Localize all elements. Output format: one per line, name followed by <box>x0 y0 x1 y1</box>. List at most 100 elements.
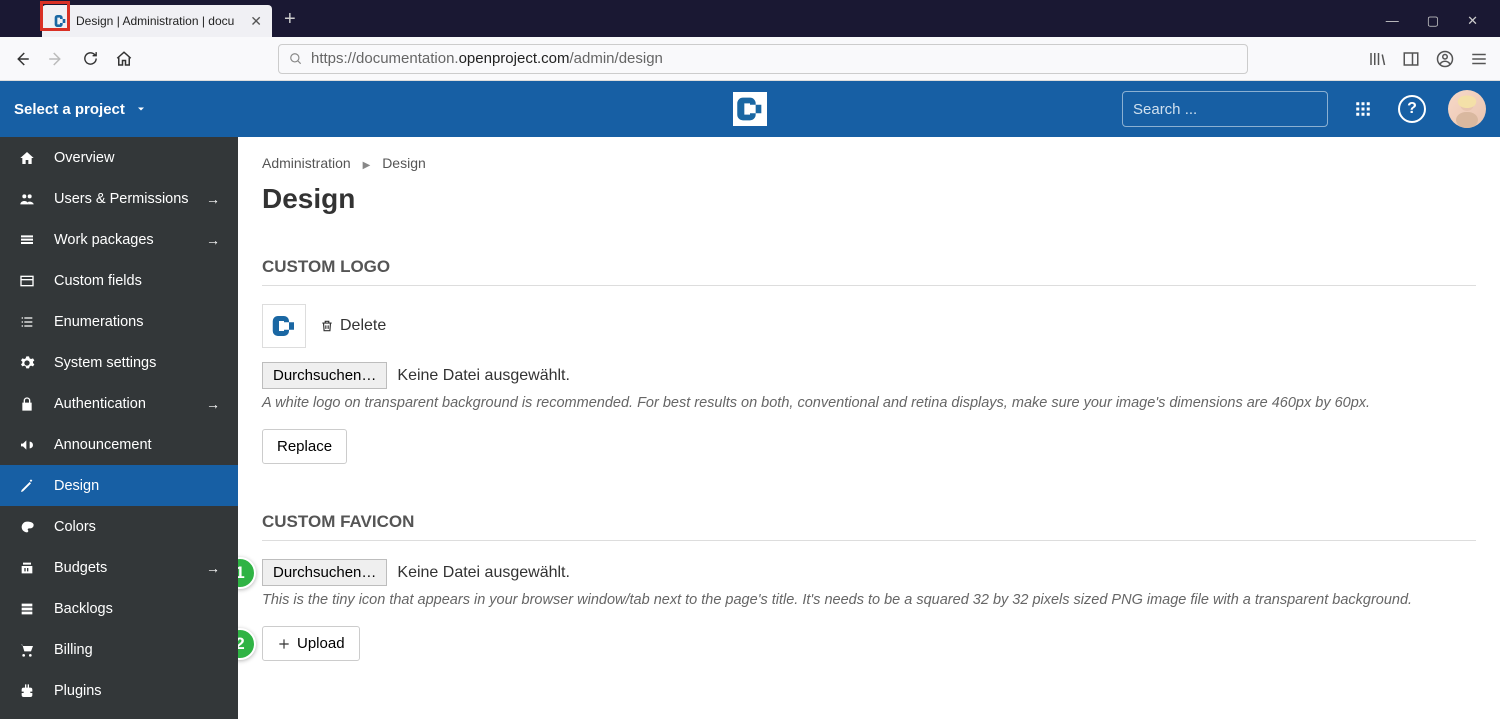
back-button[interactable] <box>12 49 32 69</box>
library-icon[interactable] <box>1368 50 1386 68</box>
home-icon <box>18 150 36 166</box>
home-button[interactable] <box>114 49 134 69</box>
sidebar-item-overview[interactable]: Overview <box>0 137 238 178</box>
sidebar-item-budgets[interactable]: Budgets→ <box>0 547 238 588</box>
settings-icon <box>18 355 36 371</box>
announcement-icon <box>18 437 36 453</box>
trash-icon <box>320 318 334 334</box>
custom-favicon-heading: CUSTOM FAVICON <box>262 512 1476 532</box>
new-tab-button[interactable]: + <box>284 8 296 31</box>
custom-logo-heading: CUSTOM LOGO <box>262 257 1476 277</box>
custom-favicon-section: CUSTOM FAVICON 1 Durchsuchen… Keine Date… <box>262 512 1476 661</box>
lock-icon <box>18 396 36 412</box>
logo-preview <box>262 304 306 348</box>
browser-tab-bar: Design | Administration | docu ✕ + — ▢ ✕ <box>0 0 1500 37</box>
window-close-icon[interactable]: ✕ <box>1467 13 1478 29</box>
sidebar-toggle-icon[interactable] <box>1402 50 1420 68</box>
sidebar-item-label: Backlogs <box>54 601 113 617</box>
sidebar-item-label: Billing <box>54 642 93 658</box>
divider <box>262 540 1476 541</box>
sidebar-item-label: Custom fields <box>54 273 142 289</box>
project-selector-label: Select a project <box>14 101 125 118</box>
sidebar-item-colors[interactable]: Colors <box>0 506 238 547</box>
upload-label: Upload <box>297 635 345 652</box>
page-title: Design <box>262 183 1476 215</box>
sidebar-item-label: Colors <box>54 519 96 535</box>
breadcrumb: Administration ▶ Design <box>262 155 1476 171</box>
browse-logo-button[interactable]: Durchsuchen… <box>262 362 387 389</box>
billing-icon <box>18 642 36 658</box>
divider <box>262 285 1476 286</box>
delete-logo-link[interactable]: Delete <box>320 317 386 335</box>
app-logo[interactable] <box>733 92 767 126</box>
tab-favicon-icon <box>52 13 68 29</box>
sidebar-item-announcement[interactable]: Announcement <box>0 424 238 465</box>
sidebar: OverviewUsers & Permissions→Work package… <box>0 137 238 719</box>
forward-button[interactable] <box>46 49 66 69</box>
delete-label: Delete <box>340 317 386 335</box>
chevron-right-icon: → <box>206 191 220 207</box>
sidebar-item-label: Design <box>54 478 99 494</box>
design-icon <box>18 478 36 494</box>
sidebar-item-label: Plugins <box>54 683 102 699</box>
reload-button[interactable] <box>80 49 100 69</box>
tab-close-icon[interactable]: ✕ <box>250 13 262 30</box>
sidebar-item-label: Users & Permissions <box>54 191 189 207</box>
modules-icon[interactable] <box>1350 96 1376 122</box>
breadcrumb-root[interactable]: Administration <box>262 155 351 171</box>
sidebar-item-authentication[interactable]: Authentication→ <box>0 383 238 424</box>
account-icon[interactable] <box>1436 50 1454 68</box>
browse-favicon-button[interactable]: Durchsuchen… <box>262 559 387 586</box>
browser-tab[interactable]: Design | Administration | docu ✕ <box>42 5 272 37</box>
plus-icon <box>277 637 291 651</box>
sidebar-item-custom-fields[interactable]: Custom fields <box>0 260 238 301</box>
browser-toolbar: https://documentation.openproject.com/ad… <box>0 37 1500 81</box>
tab-title: Design | Administration | docu <box>76 14 244 28</box>
menu-icon[interactable] <box>1470 50 1488 68</box>
window-minimize-icon[interactable]: — <box>1386 13 1399 29</box>
sidebar-item-users-permissions[interactable]: Users & Permissions → <box>0 178 238 219</box>
project-selector[interactable]: Select a project <box>14 101 147 118</box>
search-input[interactable] <box>1133 101 1332 118</box>
main-content: Administration ▶ Design Design CUSTOM LO… <box>238 137 1500 719</box>
plugins-icon <box>18 683 36 699</box>
favicon-hint: This is the tiny icon that appears in yo… <box>262 592 1476 608</box>
sidebar-item-backlogs[interactable]: Backlogs <box>0 588 238 629</box>
user-avatar[interactable] <box>1448 90 1486 128</box>
window-maximize-icon[interactable]: ▢ <box>1427 13 1439 29</box>
custom-logo-section: CUSTOM LOGO Delete Durchsuchen… Keine Da… <box>262 257 1476 464</box>
chevron-right-icon: → <box>206 396 220 412</box>
breadcrumb-separator-icon: ▶ <box>363 160 371 171</box>
budgets-icon <box>18 560 36 576</box>
upload-button[interactable]: Upload <box>262 626 360 661</box>
chevron-right-icon: → <box>206 232 220 248</box>
help-icon[interactable]: ? <box>1398 95 1426 123</box>
backlogs-icon <box>18 601 36 617</box>
sidebar-item-design[interactable]: Design <box>0 465 238 506</box>
users-icon <box>18 191 36 207</box>
sidebar-item-label: Enumerations <box>54 314 143 330</box>
logo-hint: A white logo on transparent background i… <box>262 395 1476 411</box>
breadcrumb-current: Design <box>382 155 426 171</box>
sidebar-item-label: Overview <box>54 150 114 166</box>
url-text: https://documentation.openproject.com/ad… <box>311 50 663 67</box>
annotation-1: 1 <box>238 557 256 589</box>
workpackages-icon <box>18 232 36 248</box>
enumerations-icon <box>18 314 36 330</box>
url-bar[interactable]: https://documentation.openproject.com/ad… <box>278 44 1248 74</box>
sidebar-item-plugins[interactable]: Plugins <box>0 670 238 711</box>
app-header: Select a project ? <box>0 81 1500 137</box>
chevron-down-icon <box>135 103 147 115</box>
chevron-right-icon: → <box>206 560 220 576</box>
sidebar-item-enumerations[interactable]: Enumerations <box>0 301 238 342</box>
search-box[interactable] <box>1122 91 1328 127</box>
sidebar-item-billing[interactable]: Billing <box>0 629 238 670</box>
replace-button[interactable]: Replace <box>262 429 347 464</box>
logo-file-status: Keine Datei ausgewählt. <box>397 367 570 385</box>
annotation-2: 2 <box>238 628 256 660</box>
sidebar-item-system-settings[interactable]: System settings <box>0 342 238 383</box>
colors-icon <box>18 519 36 535</box>
sidebar-item-work-packages[interactable]: Work packages → <box>0 219 238 260</box>
favicon-file-status: Keine Datei ausgewählt. <box>397 564 570 582</box>
sidebar-item-label: Work packages <box>54 232 154 248</box>
